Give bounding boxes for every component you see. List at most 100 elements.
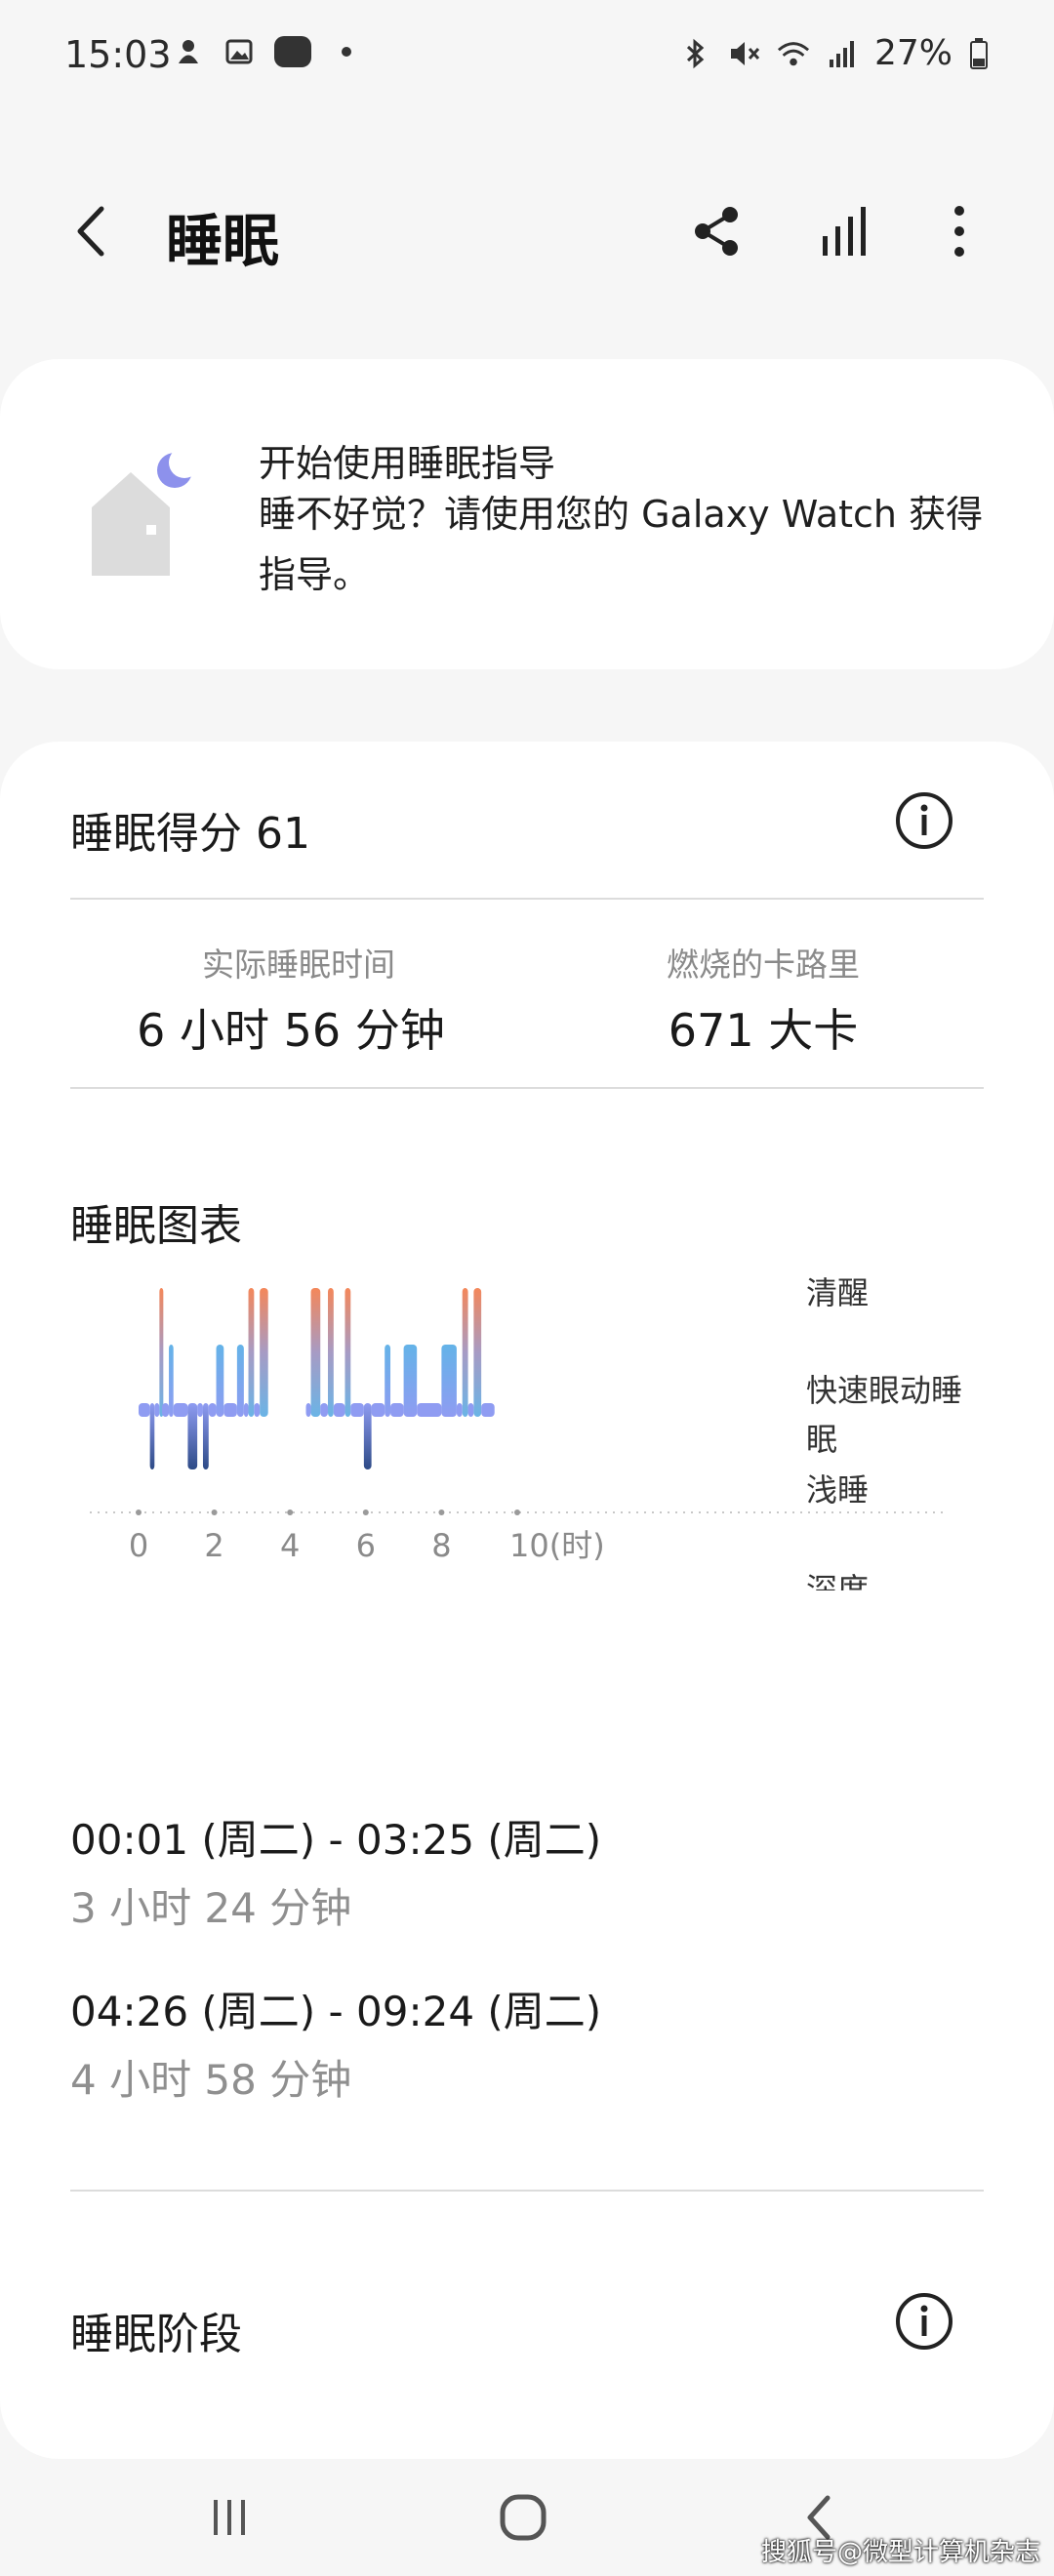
x-tick-label: 2 (204, 1527, 223, 1564)
light-bar (350, 1403, 364, 1417)
coaching-title: 开始使用睡眠指导 (259, 442, 556, 485)
rem-bar (385, 1345, 391, 1417)
light-bar (197, 1403, 203, 1417)
notification-icon (172, 35, 205, 68)
awake-bar (159, 1288, 164, 1417)
x-tick-dot (287, 1509, 294, 1515)
awake-bar (462, 1288, 468, 1417)
share-button[interactable] (683, 197, 751, 265)
light-bar (243, 1403, 249, 1417)
session-duration-2: 4 小时 58 分钟 (70, 2056, 352, 2104)
sleep-chart-svg: 0 2 4 6 8 10(时) 清醒快速眼动睡眠浅睡深度 (90, 1274, 962, 1608)
calories-label: 燃烧的卡路里 (667, 946, 860, 984)
wear-icon (273, 35, 312, 68)
battery-icon (968, 37, 990, 70)
stages-info-button[interactable] (894, 2291, 954, 2352)
rem-bar (169, 1345, 174, 1417)
x-tick-dot (438, 1509, 445, 1515)
x-tick-label: 8 (431, 1527, 451, 1564)
app-bar: 睡眠 (0, 176, 1054, 293)
y-category-label: 浅睡 (806, 1471, 869, 1509)
home-icon (500, 2494, 547, 2541)
dot-icon (330, 35, 363, 68)
light-bar (320, 1403, 328, 1417)
deep-bar (363, 1403, 372, 1469)
battery-percent: 27% (873, 33, 953, 73)
sleep-chart-title: 睡眠图表 (70, 1201, 242, 1251)
info-icon (896, 792, 953, 849)
light-bar (481, 1403, 495, 1417)
y-category-label: 快速眼动睡 (806, 1372, 962, 1409)
divider (70, 1087, 984, 1089)
home-button[interactable] (484, 2478, 562, 2556)
light-bar (162, 1403, 170, 1417)
y-category-label: 清醒 (806, 1274, 869, 1311)
divider (70, 2190, 984, 2192)
watermark: 搜狐号@微型计算机杂志 (760, 2538, 1040, 2567)
score-info-button[interactable] (894, 790, 954, 851)
x-tick-dot (362, 1509, 369, 1515)
light-bar (305, 1403, 311, 1417)
y-category-label-wrap: 眠 (806, 1421, 837, 1458)
status-right: 27% (679, 33, 990, 73)
calories-value: 671 大卡 (668, 1004, 859, 1057)
mute-icon (728, 37, 761, 70)
page-title: 睡眠 (166, 208, 280, 274)
recent-apps-button[interactable] (190, 2478, 268, 2556)
light-bar (390, 1403, 404, 1417)
stats-button[interactable] (810, 197, 878, 265)
x-tick-label: 6 (356, 1527, 376, 1564)
light-bar (154, 1403, 160, 1417)
light-bar (223, 1403, 237, 1417)
deep-bar (187, 1403, 198, 1469)
bluetooth-icon (679, 37, 712, 70)
light-bar (467, 1403, 474, 1417)
session-range-2: 04:26 (周二) - 09:24 (周二) (70, 1988, 602, 2035)
x-tick-dot (211, 1509, 218, 1515)
rem-bar (403, 1345, 418, 1417)
light-bar (456, 1403, 463, 1417)
divider (70, 898, 984, 900)
more-button[interactable] (925, 197, 993, 265)
rem-bar (216, 1345, 224, 1417)
sleep-chart: 0 2 4 6 8 10(时) 清醒 快速眼动睡眠浅睡 深度 (70, 1259, 1007, 1608)
gallery-icon (223, 35, 256, 68)
sleep-stages-title: 睡眠阶段 (70, 2310, 242, 2359)
light-bar (173, 1403, 188, 1417)
awake-bar (248, 1288, 255, 1417)
light-bar (208, 1403, 217, 1417)
back-button[interactable] (59, 197, 127, 265)
actual-sleep-value: 6 小时 56 分钟 (137, 1004, 445, 1057)
navigation-bar: 搜狐号@微型计算机杂志 (0, 2459, 1054, 2576)
sleep-score-title: 睡眠得分 61 (70, 809, 310, 859)
awake-bar (345, 1288, 351, 1417)
status-bar: 15:03 27% (0, 0, 1054, 117)
light-bar (333, 1403, 345, 1417)
stats-icon (823, 207, 866, 256)
info-icon (896, 2293, 953, 2350)
recent-apps-icon (214, 2500, 245, 2535)
awake-bar (473, 1288, 482, 1417)
deep-bar (149, 1403, 155, 1469)
x-tick-label: 4 (280, 1527, 300, 1564)
wifi-icon (777, 37, 810, 70)
sleep-coaching-card[interactable]: 开始使用睡眠指导 睡不好觉？请使用您的 Galaxy Watch 获得指导。 (0, 359, 1054, 669)
deep-bar (202, 1403, 209, 1469)
house-moon-icon (84, 447, 201, 589)
signal-icon (826, 37, 859, 70)
session-range-1: 00:01 (周二) - 03:25 (周二) (70, 1816, 602, 1864)
sleep-summary-card: 睡眠得分 61 实际睡眠时间 6 小时 56 分钟 燃烧的卡路里 671 大卡 … (0, 742, 1054, 2459)
share-icon (695, 207, 738, 256)
status-left-icons (172, 35, 363, 68)
light-bar (254, 1403, 261, 1417)
rem-bar (441, 1345, 457, 1417)
x-tick-label: 0 (129, 1527, 148, 1564)
light-bar (417, 1403, 442, 1417)
awake-bar (310, 1288, 321, 1417)
light-bar (371, 1403, 385, 1417)
awake-bar (260, 1288, 268, 1417)
actual-sleep-label: 实际睡眠时间 (202, 946, 395, 984)
y-category-label: 深度 (806, 1571, 869, 1590)
more-icon (954, 206, 964, 257)
awake-bar (328, 1288, 334, 1417)
